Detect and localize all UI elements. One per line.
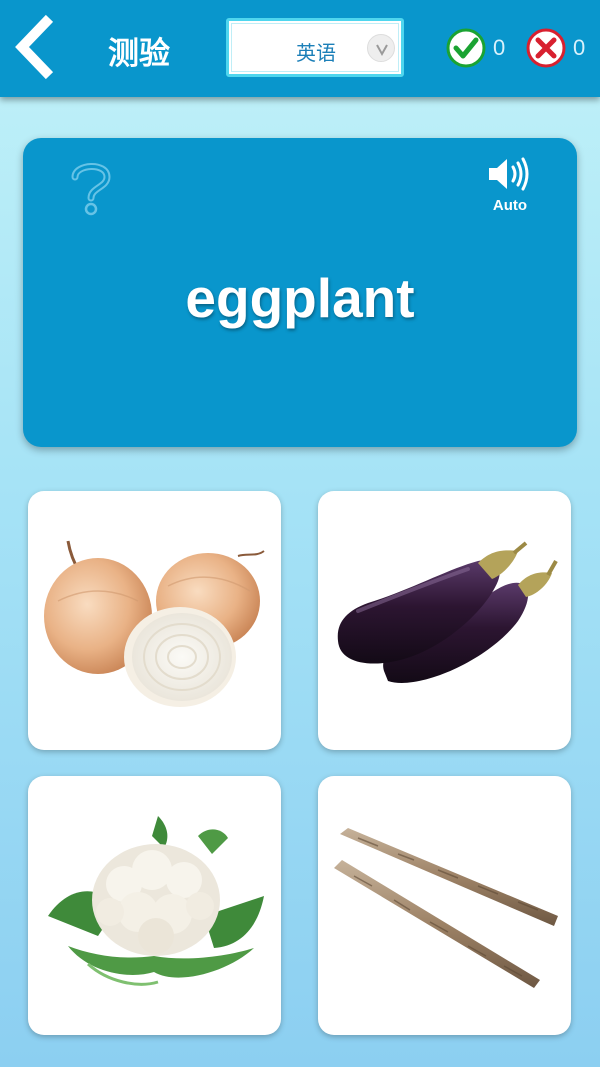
option-card-cauliflower[interactable] — [28, 776, 281, 1035]
wrong-score: 0 — [526, 28, 585, 68]
language-select[interactable]: 英语 — [226, 18, 404, 77]
correct-count: 0 — [493, 35, 506, 60]
check-circle-icon — [446, 28, 486, 68]
speaker-icon — [489, 157, 529, 191]
word-card: Auto eggplant — [23, 138, 577, 447]
eggplant-image — [337, 541, 558, 683]
cauliflower-image — [48, 816, 264, 986]
option-card-onion[interactable] — [28, 491, 281, 750]
page-title: 测验 — [108, 36, 170, 72]
chevron-down-icon — [367, 34, 395, 62]
back-button[interactable] — [10, 14, 60, 80]
hint-button[interactable] — [67, 158, 115, 218]
question-mark-icon — [71, 163, 111, 216]
option-card-eggplant[interactable] — [318, 491, 571, 750]
quiz-word: eggplant — [185, 267, 415, 329]
wrong-count: 0 — [573, 35, 586, 60]
auto-play-label: Auto — [492, 197, 528, 214]
option-card-burdock-root[interactable] — [318, 776, 571, 1035]
onion-image — [44, 540, 265, 707]
x-circle-icon — [526, 28, 566, 68]
chevron-left-icon — [15, 14, 54, 80]
burdock-root-image — [334, 828, 558, 988]
audio-button[interactable]: Auto — [485, 156, 535, 222]
correct-score: 0 — [446, 28, 505, 68]
top-bar: 测验 英语 0 0 — [0, 0, 600, 97]
